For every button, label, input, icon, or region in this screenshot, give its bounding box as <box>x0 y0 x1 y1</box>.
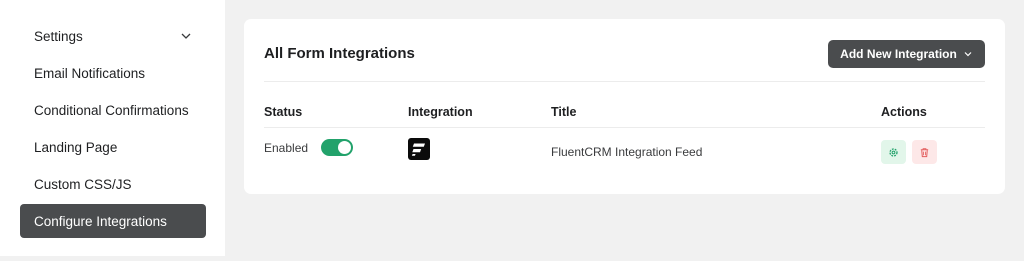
table-header-divider <box>264 127 985 128</box>
page-title: All Form Integrations <box>264 45 415 62</box>
column-header-actions: Actions <box>881 105 927 119</box>
sidebar-item-configure-integrations[interactable]: Configure Integrations <box>20 204 206 238</box>
sidebar-item-label: Landing Page <box>34 139 118 155</box>
header-divider <box>264 81 985 82</box>
sidebar-item-label: Email Notifications <box>34 65 146 81</box>
add-new-integration-button[interactable]: Add New Integration <box>828 40 985 68</box>
sidebar-item-label: Settings <box>34 28 83 44</box>
column-header-status: Status <box>264 105 303 119</box>
toggle-knob <box>338 141 351 154</box>
integration-settings-button[interactable] <box>881 140 906 164</box>
sidebar: Settings Email Notifications Conditional… <box>0 0 225 256</box>
chevron-down-icon <box>181 33 191 39</box>
sidebar-item-label: Conditional Confirmations <box>34 102 189 118</box>
column-header-title: Title <box>551 105 577 119</box>
sidebar-item-conditional-confirmations[interactable]: Conditional Confirmations <box>20 93 206 127</box>
sidebar-item-email-notifications[interactable]: Email Notifications <box>20 56 206 90</box>
status-text: Enabled <box>264 141 309 155</box>
gear-icon <box>889 147 898 157</box>
trash-icon <box>920 147 929 157</box>
integrations-card: All Form Integrations Add New Integratio… <box>244 19 1005 194</box>
chevron-down-icon <box>964 52 972 57</box>
fluentcrm-logo-icon <box>408 138 430 160</box>
add-new-integration-label: Add New Integration <box>840 47 957 61</box>
integration-title: FluentCRM Integration Feed <box>551 145 703 159</box>
sidebar-item-label: Configure Integrations <box>34 213 167 229</box>
sidebar-item-custom-css-js[interactable]: Custom CSS/JS <box>20 167 206 201</box>
status-toggle[interactable] <box>321 139 353 156</box>
sidebar-item-landing-page[interactable]: Landing Page <box>20 130 206 164</box>
integration-delete-button[interactable] <box>912 140 937 164</box>
sidebar-item-label: Custom CSS/JS <box>34 176 132 192</box>
column-header-integration: Integration <box>408 105 473 119</box>
sidebar-item-settings[interactable]: Settings <box>20 19 206 53</box>
